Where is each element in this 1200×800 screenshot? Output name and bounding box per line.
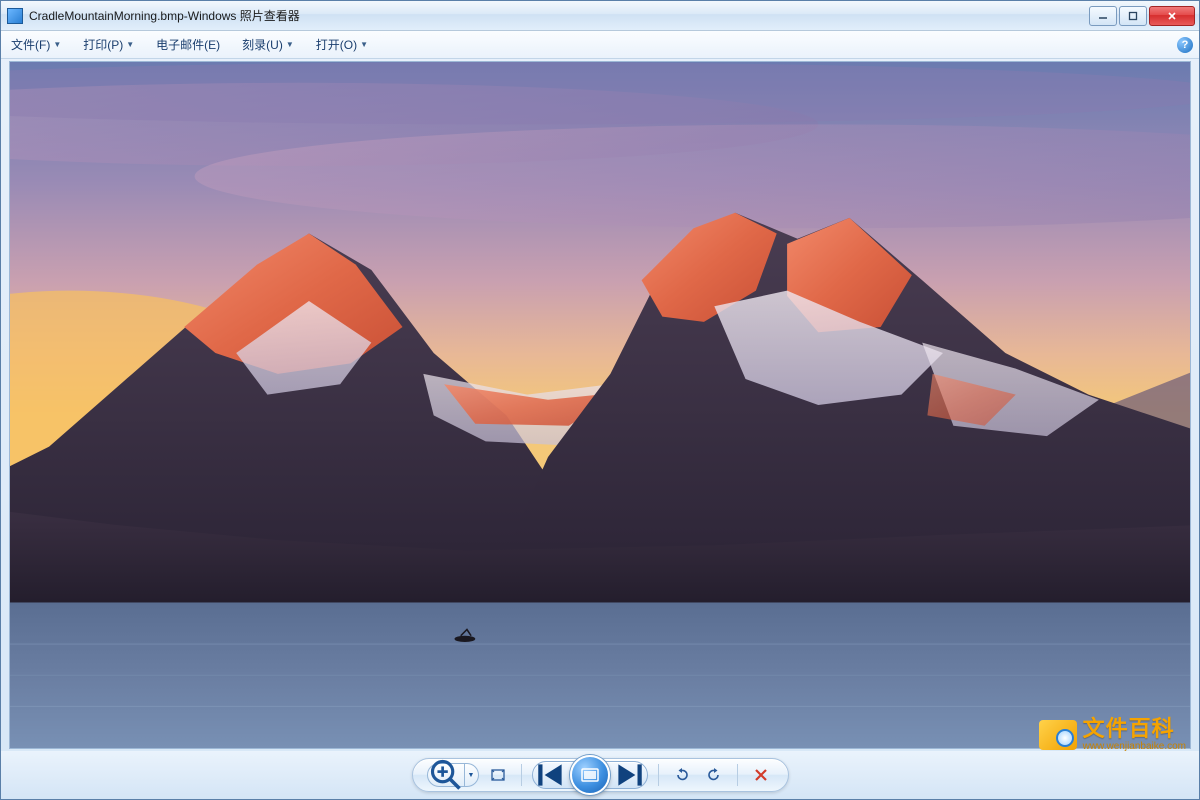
menu-print[interactable]: 打印(P)▼ bbox=[79, 34, 138, 55]
menu-burn-label: 刻录(U) bbox=[242, 36, 283, 53]
maximize-icon bbox=[1128, 11, 1138, 21]
menu-file-label: 文件(F) bbox=[11, 36, 50, 53]
rotate-ccw-button[interactable] bbox=[669, 762, 695, 788]
minimize-button[interactable] bbox=[1089, 6, 1117, 26]
window-controls bbox=[1087, 6, 1195, 26]
app-window: CradleMountainMorning.bmp - Windows 照片查看… bbox=[0, 0, 1200, 800]
toolbar-pill: ▼ bbox=[412, 758, 789, 792]
delete-x-icon bbox=[753, 767, 769, 783]
image-viewport[interactable] bbox=[9, 61, 1191, 749]
previous-button[interactable] bbox=[534, 763, 568, 787]
zoom-button[interactable] bbox=[427, 763, 465, 787]
close-icon bbox=[1167, 11, 1177, 21]
app-icon bbox=[7, 8, 23, 24]
bottom-toolbar: ▼ bbox=[1, 751, 1199, 799]
help-icon: ? bbox=[1182, 39, 1189, 51]
separator bbox=[658, 764, 659, 786]
zoom-control: ▼ bbox=[427, 763, 479, 787]
close-button[interactable] bbox=[1149, 6, 1195, 26]
rotate-cw-button[interactable] bbox=[701, 762, 727, 788]
menubar: 文件(F)▼ 打印(P)▼ 电子邮件(E) 刻录(U)▼ 打开(O)▼ ? bbox=[1, 31, 1199, 59]
menu-email-label: 电子邮件(E) bbox=[156, 36, 220, 53]
dropdown-arrow-icon: ▼ bbox=[286, 40, 294, 49]
navigation-cluster bbox=[532, 761, 648, 789]
menu-print-label: 打印(P) bbox=[83, 36, 123, 53]
separator bbox=[521, 764, 522, 786]
menu-open-label: 打开(O) bbox=[316, 36, 357, 53]
dropdown-arrow-icon: ▼ bbox=[468, 772, 475, 779]
next-icon bbox=[612, 758, 646, 792]
title-filename: CradleMountainMorning.bmp bbox=[29, 9, 184, 23]
minimize-icon bbox=[1098, 11, 1108, 21]
dropdown-arrow-icon: ▼ bbox=[53, 40, 61, 49]
dropdown-arrow-icon: ▼ bbox=[360, 40, 368, 49]
dropdown-arrow-icon: ▼ bbox=[126, 40, 134, 49]
zoom-dropdown[interactable]: ▼ bbox=[465, 763, 479, 787]
previous-icon bbox=[534, 758, 568, 792]
separator bbox=[737, 764, 738, 786]
next-button[interactable] bbox=[612, 763, 646, 787]
fit-window-icon bbox=[490, 767, 506, 783]
slideshow-button[interactable] bbox=[570, 755, 610, 795]
menu-email[interactable]: 电子邮件(E) bbox=[152, 34, 224, 55]
rotate-ccw-icon bbox=[674, 767, 690, 783]
fit-window-button[interactable] bbox=[485, 762, 511, 788]
menu-open[interactable]: 打开(O)▼ bbox=[312, 34, 372, 55]
maximize-button[interactable] bbox=[1119, 6, 1147, 26]
help-button[interactable]: ? bbox=[1177, 37, 1193, 53]
slideshow-icon bbox=[581, 768, 599, 782]
magnifier-plus-icon bbox=[428, 757, 464, 793]
delete-button[interactable] bbox=[748, 762, 774, 788]
menu-burn[interactable]: 刻录(U)▼ bbox=[238, 34, 298, 55]
photo-content bbox=[10, 62, 1190, 748]
titlebar[interactable]: CradleMountainMorning.bmp - Windows 照片查看… bbox=[1, 1, 1199, 31]
menu-file[interactable]: 文件(F)▼ bbox=[7, 34, 65, 55]
rotate-cw-icon bbox=[706, 767, 722, 783]
title-appname: Windows 照片查看器 bbox=[188, 7, 300, 24]
